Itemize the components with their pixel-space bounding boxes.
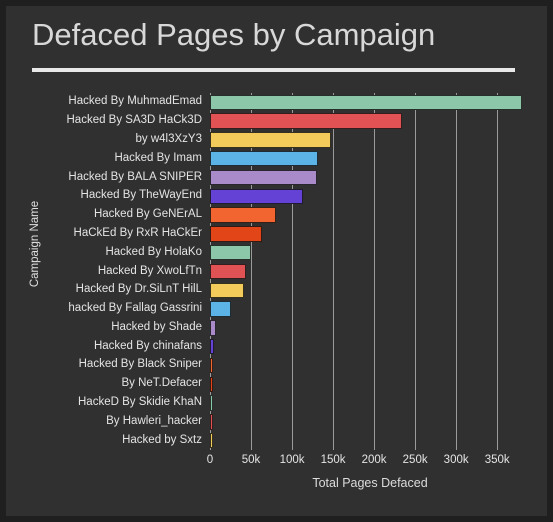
bar[interactable] <box>210 376 213 392</box>
bar[interactable] <box>210 113 402 129</box>
y-axis-label: Hacked By TheWayEnd <box>80 189 202 202</box>
y-axis-label: Hacked By Dr.SiLnT HilL <box>75 283 202 296</box>
y-axis-label: Hacked By SA3D HaCk3D <box>66 114 203 127</box>
x-axis-tick-labels: 0 50k 100k 150k 200k 250k 300k 350k <box>206 454 530 472</box>
x-axis-title: Total Pages Defaced <box>312 476 428 490</box>
y-axis-label: Hacked By MuhmadEmad <box>68 95 202 108</box>
y-axis-label: HaCkEd By RxR HaCkEr <box>73 226 202 239</box>
title-underline-rule <box>32 68 515 72</box>
bar[interactable] <box>210 245 252 261</box>
x-axis-tick-label: 250k <box>402 454 428 466</box>
bar[interactable] <box>210 263 247 280</box>
page-title: Defaced Pages by Campaign <box>32 17 436 52</box>
bar[interactable] <box>210 282 245 298</box>
y-axis-label: Hacked by Sxtz <box>122 433 202 446</box>
y-axis-label: Hacked By HolaKo <box>105 245 202 258</box>
y-axis-label: Hacked By GeNErAL <box>93 208 202 221</box>
bar[interactable] <box>210 338 214 355</box>
y-axis-label: hacked By Fallag Gassrini <box>68 302 202 315</box>
x-axis-tick-label: 200k <box>361 454 387 466</box>
bar[interactable] <box>210 320 216 336</box>
y-axis-label: Hacked By Black Sniper <box>78 358 202 371</box>
bar[interactable] <box>210 301 231 317</box>
y-axis-label: Hacked By XwoLfTn <box>97 264 202 277</box>
y-axis-label: by w4l3XzY3 <box>135 132 202 145</box>
y-axis-category-labels: Hacked By MuhmadEmad Hacked By SA3D HaCk3… <box>50 93 206 450</box>
y-axis-label: By NeT.Defacer <box>121 377 202 390</box>
bar[interactable] <box>210 169 317 186</box>
x-axis-tick-label: 350k <box>484 454 510 466</box>
x-axis-tick-label: 150k <box>320 454 346 466</box>
bar[interactable] <box>210 357 213 374</box>
y-axis-label: Hacked by Shade <box>111 320 202 333</box>
y-axis-label: HackeD By Skidie KhaN <box>78 396 202 409</box>
bar[interactable] <box>210 188 303 205</box>
bar[interactable] <box>210 432 213 449</box>
y-axis-label: By Hawleri_hacker <box>106 414 202 427</box>
bar-series <box>210 93 530 450</box>
y-axis-label: Hacked By Imam <box>114 151 202 164</box>
plot-area <box>210 93 530 450</box>
x-axis-tick-label: 300k <box>443 454 469 466</box>
bar[interactable] <box>210 132 331 148</box>
bar[interactable] <box>210 414 213 430</box>
bar[interactable] <box>210 226 262 242</box>
bar[interactable] <box>210 151 319 167</box>
x-axis-tick-label: 100k <box>279 454 305 466</box>
x-axis-tick-label: 50k <box>241 454 261 466</box>
chart-card: Defaced Pages by Campaign Hacked By Muhm… <box>6 6 547 516</box>
bar[interactable] <box>210 94 522 111</box>
y-axis-label: Hacked By BALA SNIPER <box>68 170 202 183</box>
y-axis-label: Hacked By chinafans <box>93 339 202 352</box>
bar[interactable] <box>210 395 213 411</box>
x-axis-tick-label: 0 <box>206 454 214 466</box>
y-axis-title: Campaign Name <box>29 200 41 288</box>
bar[interactable] <box>210 207 276 223</box>
